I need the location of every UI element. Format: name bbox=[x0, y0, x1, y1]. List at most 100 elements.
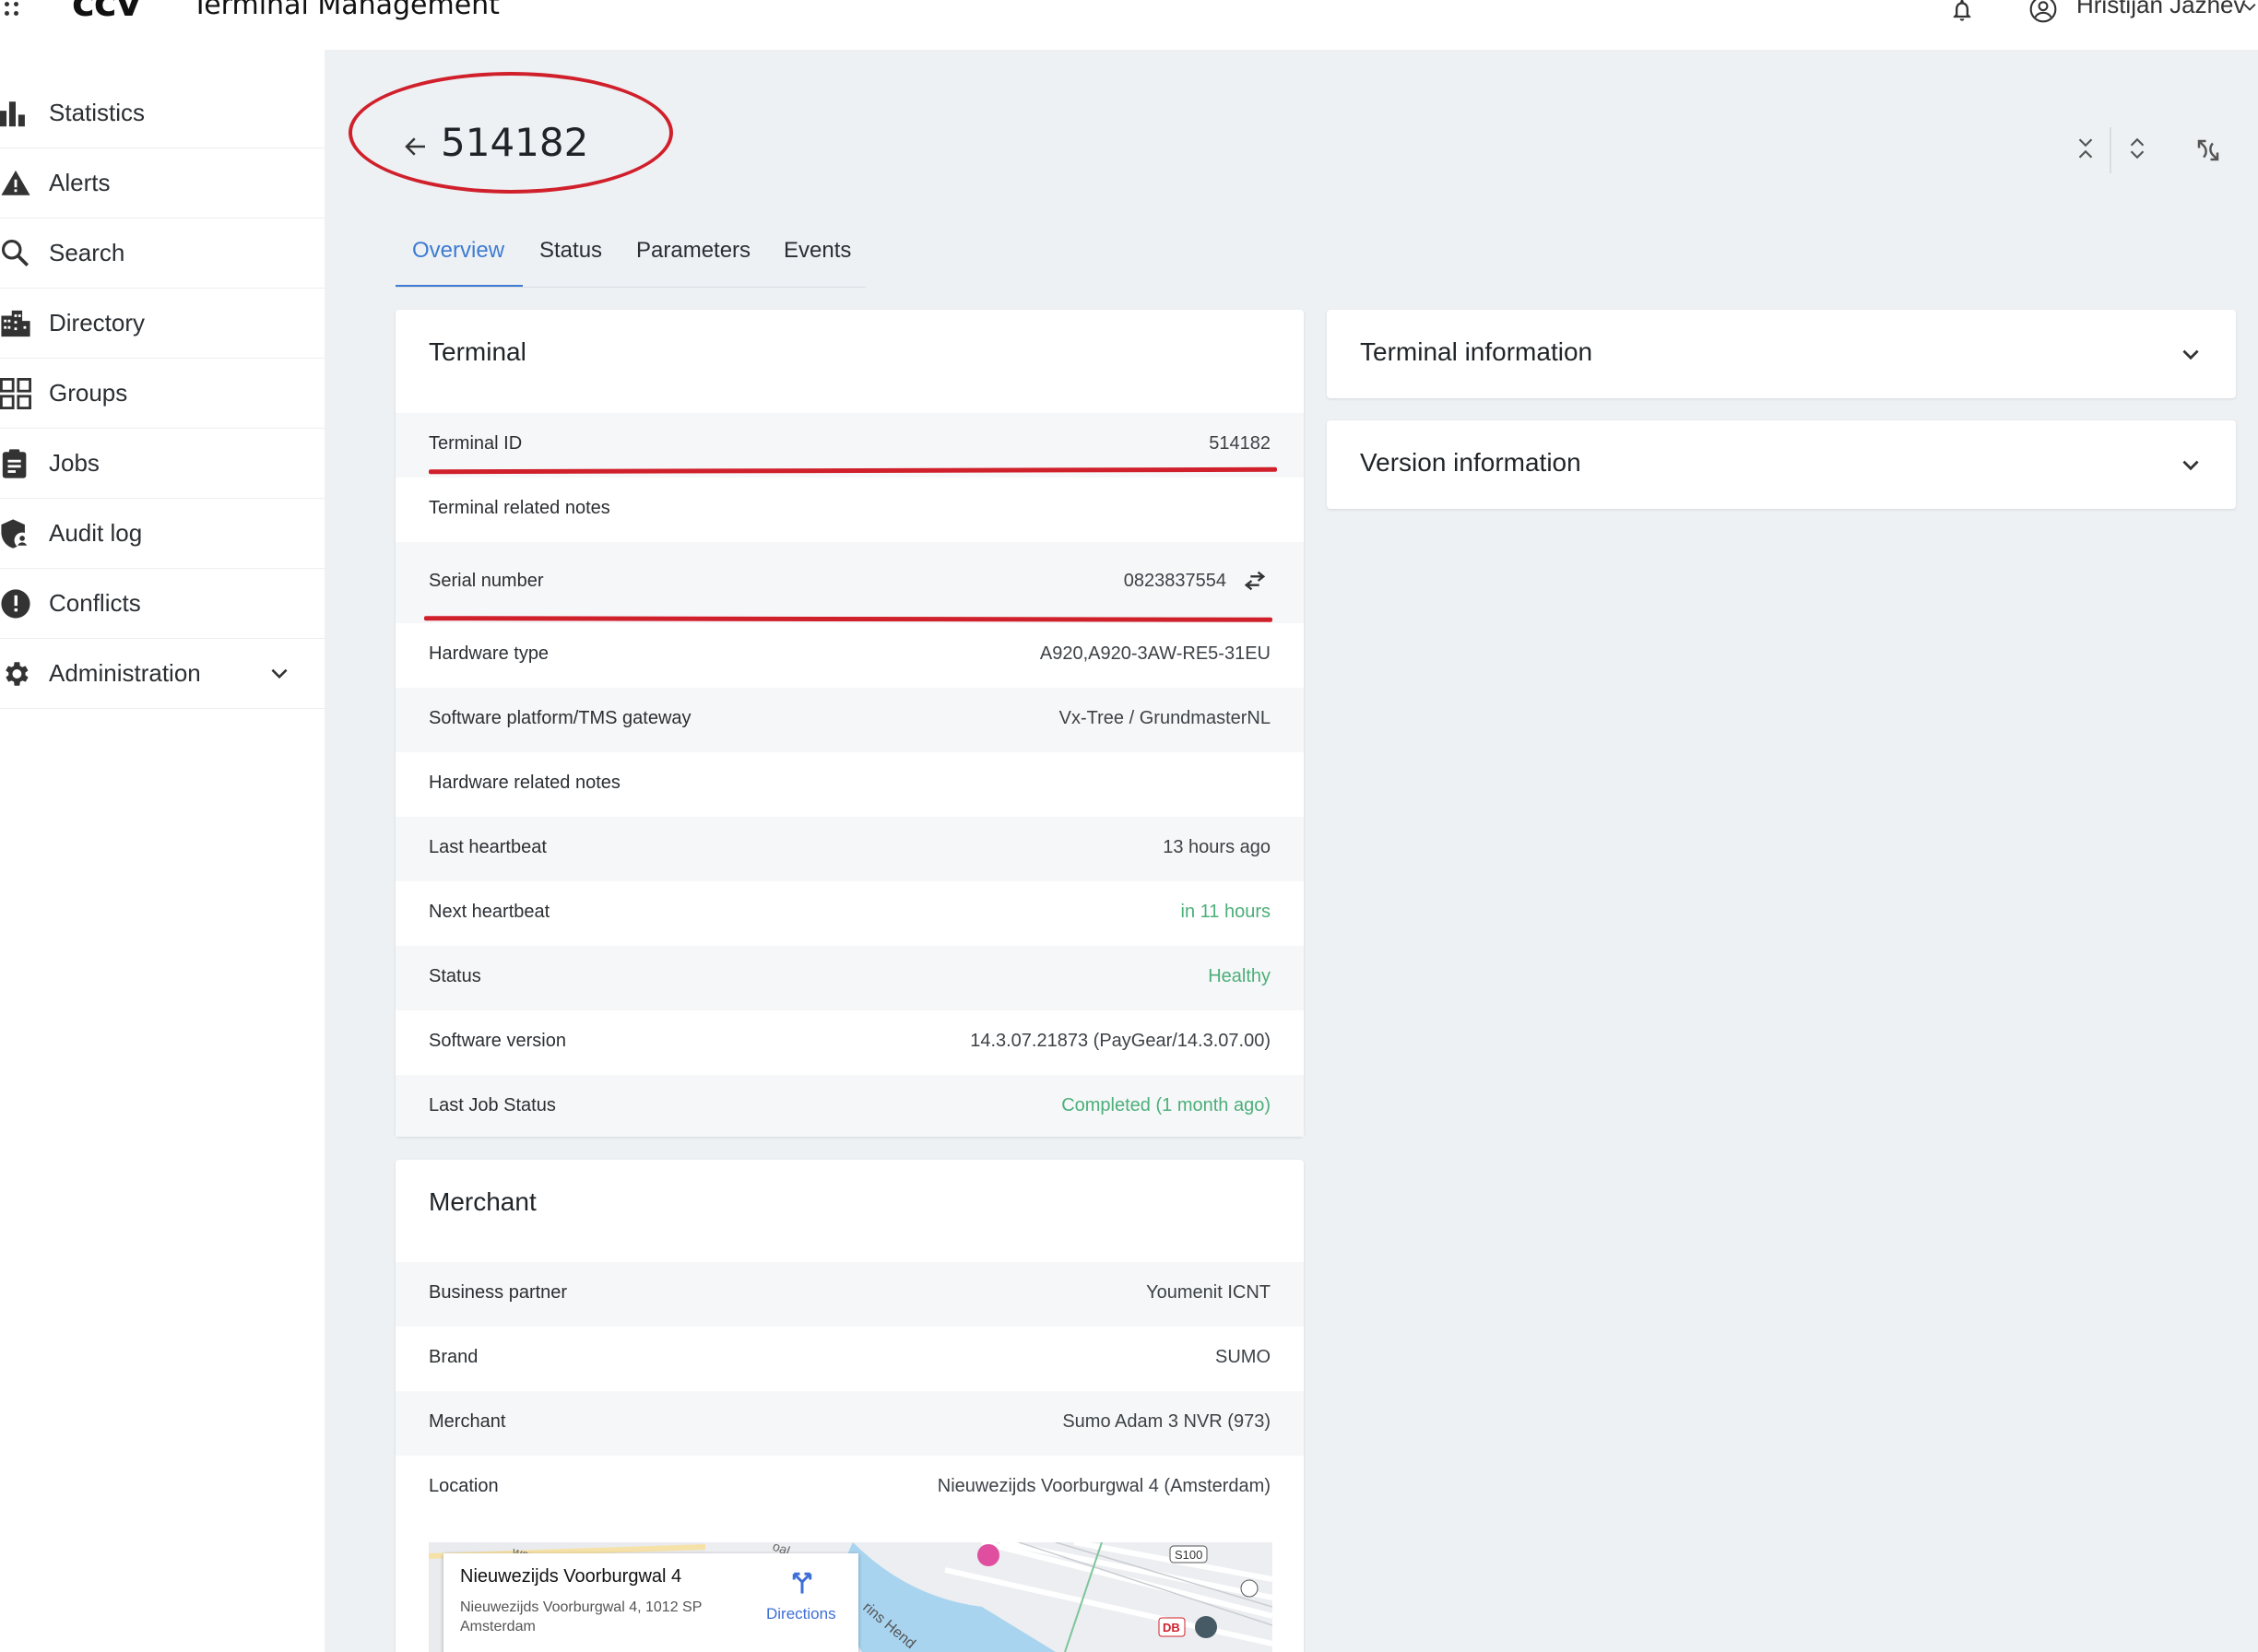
shield-user-icon bbox=[1, 518, 30, 549]
row-hardware-notes[interactable]: Hardware related notes bbox=[396, 752, 1304, 817]
annotation-ellipse bbox=[349, 72, 673, 194]
row-value: 13 hours ago bbox=[1163, 837, 1271, 857]
warning-icon bbox=[1, 170, 30, 195]
chevron-down-icon[interactable] bbox=[2179, 454, 2203, 478]
tab-parameters[interactable]: Parameters bbox=[636, 229, 751, 288]
accordion-terminal-information[interactable]: Terminal information bbox=[1327, 310, 2236, 398]
row-value: in 11 hours bbox=[1180, 902, 1271, 922]
sidebar-item-label: Directory bbox=[49, 309, 146, 336]
tab-overview[interactable]: Overview bbox=[396, 229, 523, 288]
sidebar-item-label: Administration bbox=[49, 659, 201, 687]
sidebar-item-label: Groups bbox=[49, 379, 128, 407]
row-value: A920,A920-3AW-RE5-31EU bbox=[1039, 643, 1271, 664]
map-label: DB bbox=[1163, 1621, 1180, 1634]
row-value: Vx-Tree / GrundmasterNL bbox=[1058, 708, 1271, 728]
row-software-version: Software version 14.3.07.21873 (PayGear/… bbox=[396, 1010, 1304, 1075]
row-label: Software platform/TMS gateway bbox=[429, 708, 692, 728]
row-next-heartbeat: Next heartbeat in 11 hours bbox=[396, 881, 1304, 946]
chevron-down-icon[interactable] bbox=[267, 662, 291, 686]
tab-status[interactable]: Status bbox=[539, 229, 602, 288]
row-hardware-type: Hardware type A920,A920-3AW-RE5-31EU bbox=[396, 623, 1304, 688]
location-map[interactable]: S100 DB rins Hend wer oal Nieuwezijds Vo… bbox=[429, 1542, 1272, 1652]
swap-icon[interactable] bbox=[1241, 568, 1269, 594]
row-label: Merchant bbox=[429, 1411, 506, 1432]
row-status: Status Healthy bbox=[396, 946, 1304, 1010]
row-label: Terminal ID bbox=[429, 433, 523, 454]
sidebar-item-groups[interactable]: Groups bbox=[0, 359, 325, 429]
map-place-title: Nieuwezijds Voorburgwal 4 bbox=[460, 1566, 682, 1587]
row-value: 0823837554 bbox=[1123, 571, 1226, 591]
chevron-down-icon[interactable] bbox=[2240, 0, 2258, 17]
sidebar-item-label: Alerts bbox=[49, 169, 111, 196]
row-business-partner: Business partner Youmenit ICNT bbox=[396, 1262, 1304, 1327]
sidebar-item-directory[interactable]: Directory bbox=[0, 289, 325, 359]
accordion-title: Terminal information bbox=[1360, 337, 1593, 366]
row-label: Terminal related notes bbox=[429, 498, 610, 518]
user-name[interactable]: Hristijan Jazhev bbox=[2076, 0, 2246, 19]
map-info-popup: Nieuwezijds Voorburgwal 4 Nieuwezijds Vo… bbox=[443, 1553, 858, 1652]
clipboard-icon bbox=[2, 448, 27, 478]
sidebar-item-alerts[interactable]: Alerts bbox=[0, 148, 325, 218]
row-last-job-status: Last Job Status Completed (1 month ago) bbox=[396, 1075, 1304, 1137]
sidebar-item-administration[interactable]: Administration bbox=[0, 639, 325, 709]
row-label: Status bbox=[429, 966, 481, 986]
row-value[interactable]: SUMO bbox=[1215, 1347, 1271, 1368]
row-label: Business partner bbox=[429, 1282, 568, 1303]
row-merchant: Merchant Sumo Adam 3 NVR (973) bbox=[396, 1391, 1304, 1456]
row-serial-number: Serial number 0823837554 bbox=[396, 542, 1304, 623]
collapse-all-icon[interactable] bbox=[2074, 136, 2098, 160]
sidebar-item-label: Statistics bbox=[49, 99, 146, 126]
accordion-version-information[interactable]: Version information bbox=[1327, 420, 2236, 509]
row-label: Last heartbeat bbox=[429, 837, 547, 857]
directions-link[interactable]: Directions bbox=[766, 1605, 836, 1623]
bar-chart-icon bbox=[0, 100, 25, 126]
sidebar-item-label: Conflicts bbox=[49, 589, 141, 617]
app-title: Terminal Management bbox=[192, 0, 500, 21]
user-account-icon[interactable] bbox=[2028, 0, 2058, 24]
row-terminal-notes[interactable]: Terminal related notes bbox=[396, 478, 1304, 542]
map-label: S100 bbox=[1175, 1548, 1202, 1562]
expand-all-icon[interactable] bbox=[2125, 136, 2149, 160]
row-value[interactable]: Sumo Adam 3 NVR (973) bbox=[1062, 1411, 1271, 1433]
terminal-card: Terminal Terminal ID 514182 Terminal rel… bbox=[396, 310, 1304, 1137]
row-label: Brand bbox=[429, 1347, 479, 1367]
toolbar-divider bbox=[2110, 127, 2111, 173]
row-label: Next heartbeat bbox=[429, 902, 550, 922]
sidebar-item-statistics[interactable]: Statistics bbox=[0, 78, 325, 148]
row-label: Serial number bbox=[429, 571, 544, 591]
row-label: Hardware type bbox=[429, 643, 550, 664]
exclamation-circle-icon bbox=[1, 588, 30, 619]
sidebar-item-search[interactable]: Search bbox=[0, 218, 325, 289]
sidebar-item-audit-log[interactable]: Audit log bbox=[0, 499, 325, 569]
sidebar-item-label: Jobs bbox=[49, 449, 100, 477]
top-bar: ccv Terminal Management Hristijan Jazhev bbox=[0, 0, 2258, 50]
row-label: Hardware related notes bbox=[429, 773, 621, 793]
row-value[interactable]: Youmenit ICNT bbox=[1146, 1282, 1271, 1304]
row-value[interactable]: Completed (1 month ago) bbox=[1061, 1095, 1271, 1116]
tabs-underline bbox=[396, 287, 866, 288]
sidebar-item-conflicts[interactable]: Conflicts bbox=[0, 569, 325, 639]
row-value: 514182 bbox=[1209, 433, 1271, 454]
row-label: Last Job Status bbox=[429, 1095, 556, 1115]
map-place-address: Nieuwezijds Voorburgwal 4, 1012 SP Amste… bbox=[460, 1599, 703, 1634]
row-last-heartbeat: Last heartbeat 13 hours ago bbox=[396, 817, 1304, 881]
row-label: Software version bbox=[429, 1031, 566, 1051]
sidebar: Statistics Alerts Search Directory Group… bbox=[0, 50, 325, 1652]
tab-events[interactable]: Events bbox=[784, 229, 851, 288]
apps-grid-icon[interactable] bbox=[2, 0, 24, 26]
card-title: Merchant bbox=[429, 1187, 537, 1216]
sidebar-item-jobs[interactable]: Jobs bbox=[0, 429, 325, 499]
row-brand: Brand SUMO bbox=[396, 1327, 1304, 1391]
sidebar-item-label: Search bbox=[49, 239, 125, 266]
refresh-icon[interactable] bbox=[2194, 136, 2222, 164]
ccv-logo[interactable]: ccv bbox=[72, 0, 141, 25]
gear-icon bbox=[6, 661, 29, 686]
grid-icon bbox=[0, 377, 31, 409]
sidebar-item-label: Audit log bbox=[49, 519, 143, 547]
bell-icon[interactable] bbox=[1949, 0, 1975, 24]
chevron-down-icon[interactable] bbox=[2179, 343, 2203, 367]
row-value[interactable]: Nieuwezijds Voorburgwal 4 (Amsterdam) bbox=[938, 1476, 1271, 1497]
building-icon bbox=[1, 310, 30, 336]
directions-icon[interactable] bbox=[788, 1568, 816, 1596]
row-label: Location bbox=[429, 1476, 499, 1496]
